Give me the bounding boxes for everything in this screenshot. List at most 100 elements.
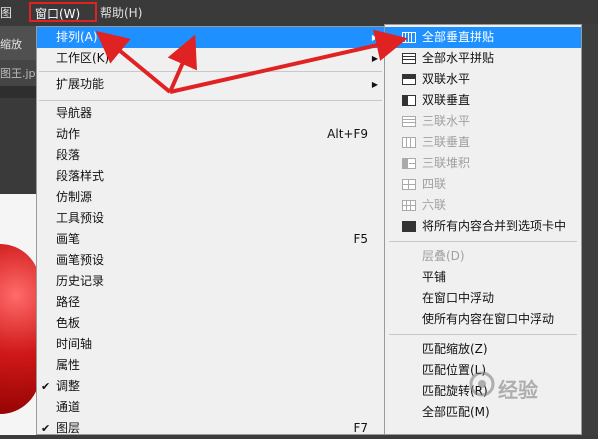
- menu-separator: [39, 100, 382, 101]
- submenu-arrow-icon: ▶: [371, 80, 378, 89]
- menu-item[interactable]: 排列(A) ▶: [37, 27, 384, 48]
- document-tab[interactable]: 图王.jp: [0, 65, 36, 81]
- menu-item[interactable]: 时间轴: [37, 334, 384, 355]
- ruler: [0, 86, 40, 98]
- menu-item-label: 画笔: [56, 232, 81, 246]
- menu-item[interactable]: 历史记录: [37, 271, 384, 292]
- menu-item-label: 通道: [56, 400, 81, 414]
- submenu-item-label: 平铺: [422, 270, 447, 284]
- checkmark-icon: ✔: [41, 422, 51, 435]
- menu-item-label: 时间轴: [56, 337, 93, 351]
- menu-item-label: 工作区(K): [56, 51, 110, 65]
- submenu-item-label: 六联: [422, 198, 447, 212]
- menu-item-shortcut: Alt+F9: [327, 127, 368, 141]
- three-up-vertical-icon: [402, 137, 416, 148]
- menu-item-label: 动作: [56, 127, 81, 141]
- menu-item[interactable]: 画笔 F5: [37, 229, 384, 250]
- submenu-item: 三联垂直: [385, 132, 581, 153]
- submenu-item[interactable]: 使所有内容在窗口中浮动: [385, 309, 581, 330]
- menu-item-label: 图层: [56, 421, 81, 435]
- submenu-item[interactable]: 匹配缩放(Z): [385, 339, 581, 360]
- submenu-item[interactable]: 平铺: [385, 267, 581, 288]
- menu-item-label: 调整: [56, 379, 81, 393]
- tile-horizontal-icon: [402, 53, 416, 64]
- menu-item[interactable]: 导航器: [37, 103, 384, 124]
- submenu-item[interactable]: 全部水平拼贴: [385, 48, 581, 69]
- menu-item-shortcut: F5: [353, 232, 368, 246]
- submenu-item[interactable]: 双联垂直: [385, 90, 581, 111]
- menu-window[interactable]: 窗口(W): [29, 2, 97, 22]
- checkmark-icon: ✔: [41, 380, 51, 393]
- submenu-item: 四联: [385, 174, 581, 195]
- menu-item-label: 路径: [56, 295, 81, 309]
- submenu-item-label: 三联水平: [422, 114, 471, 128]
- menu-item[interactable]: ✔ 调整: [37, 376, 384, 397]
- menu-item[interactable]: 色板: [37, 313, 384, 334]
- menu-item[interactable]: 扩展功能 ▶: [37, 74, 384, 95]
- menu-item-label: 画笔预设: [56, 253, 105, 267]
- menu-partial-item[interactable]: 图: [0, 4, 12, 22]
- menu-help[interactable]: 帮助(H): [100, 4, 142, 22]
- menu-item-shortcut: F7: [353, 421, 368, 435]
- submenu-item-label: 匹配缩放(Z): [422, 342, 488, 356]
- submenu-item-label: 全部垂直拼贴: [422, 30, 495, 44]
- menu-item-label: 段落样式: [56, 169, 105, 183]
- watermark-logo-icon: [469, 371, 495, 397]
- menu-item[interactable]: 段落: [37, 145, 384, 166]
- consolidate-tabs-icon: [402, 221, 416, 232]
- submenu-item: 六联: [385, 195, 581, 216]
- workspace-background: [0, 98, 40, 194]
- two-up-horizontal-icon: [402, 74, 416, 85]
- menu-item[interactable]: 段落样式: [37, 166, 384, 187]
- submenu-item: 三联水平: [385, 111, 581, 132]
- menu-item[interactable]: 工具预设: [37, 208, 384, 229]
- two-up-vertical-icon: [402, 95, 416, 106]
- menu-item[interactable]: 仿制源: [37, 187, 384, 208]
- submenu-item-label: 全部水平拼贴: [422, 51, 495, 65]
- apple-image: [0, 244, 40, 414]
- four-up-icon: [402, 179, 416, 190]
- submenu-item-label: 四联: [422, 177, 447, 191]
- menu-item[interactable]: 动作 Alt+F9: [37, 124, 384, 145]
- menu-item[interactable]: 属性: [37, 355, 384, 376]
- document-canvas[interactable]: [0, 194, 40, 435]
- submenu-item-label: 三联垂直: [422, 135, 471, 149]
- menu-item[interactable]: 路径: [37, 292, 384, 313]
- menu-item[interactable]: ✔ 图层 F7: [37, 418, 384, 439]
- submenu-item[interactable]: 全部垂直拼贴: [385, 27, 581, 48]
- submenu-item-label: 使所有内容在窗口中浮动: [422, 312, 555, 326]
- menu-item-label: 导航器: [56, 106, 93, 120]
- three-up-stacked-icon: [402, 158, 416, 169]
- submenu-item-label: 双联垂直: [422, 93, 471, 107]
- menu-item[interactable]: 画笔预设: [37, 250, 384, 271]
- three-up-horizontal-icon: [402, 116, 416, 127]
- submenu-item-label: 双联水平: [422, 72, 471, 86]
- document-tab-bar: 图王.jp: [0, 60, 40, 86]
- watermark: 经验: [468, 368, 588, 408]
- submenu-arrow-icon: ▶: [371, 33, 378, 42]
- submenu-item: 三联堆积: [385, 153, 581, 174]
- menu-item-label: 历史记录: [56, 274, 105, 288]
- tile-vertical-icon: [402, 32, 416, 43]
- menu-item-label: 段落: [56, 148, 81, 162]
- submenu-item-label: 在窗口中浮动: [422, 291, 495, 305]
- menu-item-label: 工具预设: [56, 211, 105, 225]
- menu-item[interactable]: 通道: [37, 397, 384, 418]
- submenu-item[interactable]: 将所有内容合并到选项卡中: [385, 216, 581, 237]
- submenu-arrow-icon: ▶: [371, 54, 378, 63]
- menu-item-label: 仿制源: [56, 190, 93, 204]
- submenu-item: 层叠(D): [385, 246, 581, 267]
- zoom-label: 缩放: [0, 38, 22, 51]
- submenu-separator: [389, 334, 577, 335]
- submenu-item-label: 层叠(D): [422, 249, 465, 263]
- menu-separator: [39, 71, 382, 72]
- submenu-item-label: 三联堆积: [422, 156, 471, 170]
- menu-item[interactable]: 工作区(K) ▶: [37, 48, 384, 69]
- menu-item-label: 排列(A): [56, 30, 98, 44]
- menu-item-label: 色板: [56, 316, 81, 330]
- options-toolbar: 缩放: [0, 26, 40, 60]
- submenu-item[interactable]: 在窗口中浮动: [385, 288, 581, 309]
- submenu-item[interactable]: 双联水平: [385, 69, 581, 90]
- watermark-text: 经验: [498, 378, 538, 402]
- menu-bar: 图 窗口(W) 帮助(H): [0, 0, 598, 26]
